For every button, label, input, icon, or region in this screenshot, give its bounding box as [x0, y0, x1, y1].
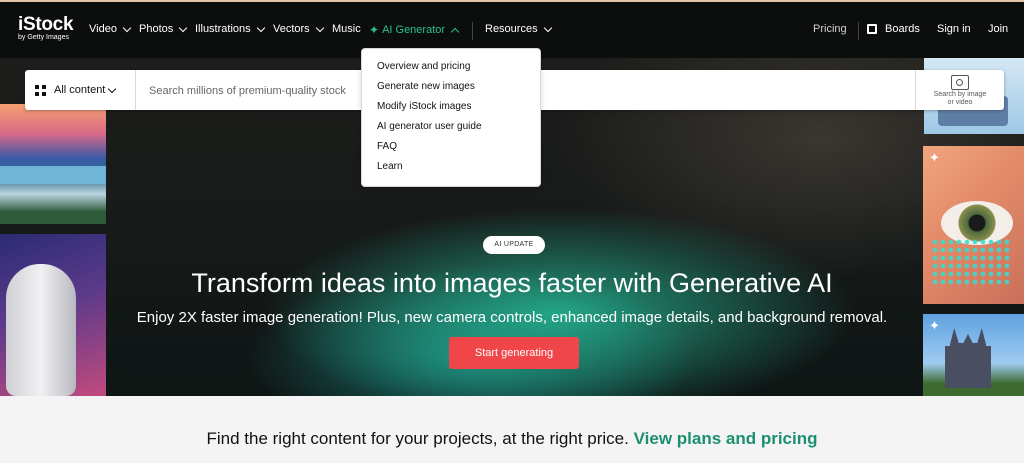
chevron-down-icon: [108, 84, 117, 93]
nav-divider: [858, 22, 859, 40]
chevron-down-icon: [543, 23, 552, 32]
image-search-icon: [951, 75, 969, 90]
filter-label: All content: [54, 84, 106, 96]
visual-search-label: or video: [947, 99, 973, 106]
menu-item-generate-new-images[interactable]: Generate new images: [377, 81, 475, 92]
nav-item-label: Illustrations: [195, 23, 251, 35]
hero-subline: Enjoy 2X faster image generation! Plus, …: [136, 309, 888, 326]
chevron-down-icon: [179, 23, 188, 32]
nav-item-resources[interactable]: Resources: [485, 23, 552, 35]
nav-item-music[interactable]: Music: [332, 23, 361, 35]
nav-divider: [472, 22, 473, 40]
chevron-up-icon: [450, 27, 460, 36]
nav-sign-in-link[interactable]: Sign in: [937, 23, 971, 35]
content-filter-dropdown[interactable]: All content: [25, 70, 136, 110]
hero-image-mountain-lake: [0, 104, 106, 224]
hero-headline: Transform ideas into images faster with …: [191, 268, 833, 298]
lake-shape: [0, 166, 106, 184]
menu-item-faq[interactable]: FAQ: [377, 141, 397, 152]
menu-item-user-guide[interactable]: AI generator user guide: [377, 121, 482, 132]
ai-generator-menu: Overview and pricing Generate new images…: [361, 48, 541, 187]
menu-item-modify-istock-images[interactable]: Modify iStock images: [377, 101, 471, 112]
logo-brand: iStock: [18, 14, 74, 35]
nav-item-label: Photos: [139, 23, 174, 35]
grid-icon: [35, 84, 46, 96]
boards-label: Boards: [885, 23, 920, 35]
nav-item-ai-generator[interactable]: ✦ AI Generator: [369, 23, 460, 37]
nav-item-label: Vectors: [273, 23, 310, 35]
visual-search-label: Search by image: [933, 91, 987, 98]
chevron-down-icon: [122, 23, 132, 32]
nav-item-label: Video: [89, 23, 117, 35]
boards-icon: [867, 24, 877, 34]
istock-logo[interactable]: iStock by Getty Images: [18, 14, 74, 42]
nav-boards-link[interactable]: Boards: [867, 23, 920, 35]
pricing-promo-section: Find the right content for your projects…: [0, 396, 1024, 463]
sparkle-icon: ✦: [369, 23, 380, 37]
sparkle-icon: ✦: [929, 150, 940, 165]
search-input[interactable]: [147, 70, 381, 112]
nav-item-label: AI Generator: [382, 24, 446, 36]
nav-item-vectors[interactable]: Vectors: [273, 23, 324, 35]
menu-item-overview-pricing[interactable]: Overview and pricing: [377, 61, 470, 72]
pricing-promo: Find the right content for your projects…: [0, 429, 1024, 449]
view-plans-link[interactable]: View plans and pricing: [634, 429, 818, 448]
start-generating-button[interactable]: Start generating: [449, 337, 579, 369]
nav-join-link[interactable]: Join: [988, 23, 1008, 35]
menu-item-learn[interactable]: Learn: [377, 161, 403, 172]
castle-shape: [945, 328, 991, 388]
logo-subtitle: by Getty Images: [18, 34, 69, 41]
nav-item-label: Resources: [485, 23, 538, 35]
nav-item-video[interactable]: Video: [89, 23, 132, 35]
nav-item-photos[interactable]: Photos: [139, 23, 188, 35]
ai-update-badge: AI UPDATE: [483, 236, 545, 254]
chevron-down-icon: [256, 23, 265, 32]
chevron-down-icon: [315, 23, 324, 32]
nav-item-label: Music: [332, 23, 361, 35]
visual-search-button[interactable]: Search by image or video: [915, 70, 1004, 110]
hero-image-castle: ✦: [923, 314, 1024, 396]
promo-text: Find the right content for your projects…: [206, 429, 629, 448]
nav-item-illustrations[interactable]: Illustrations: [195, 23, 265, 35]
nav-pricing-link[interactable]: Pricing: [813, 23, 847, 35]
